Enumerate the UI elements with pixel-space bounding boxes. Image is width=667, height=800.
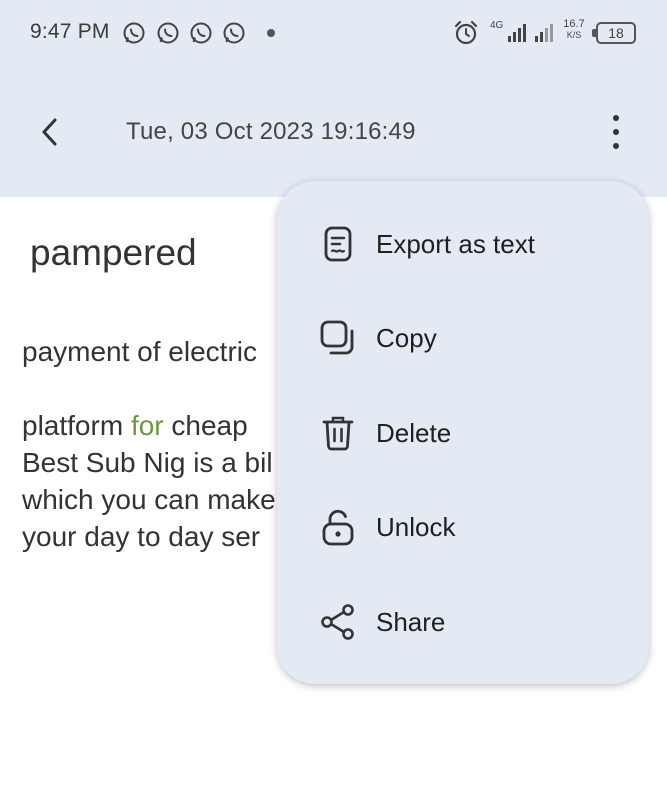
speed-value: 16.7 [563, 18, 585, 30]
status-time: 9:47 PM [30, 20, 110, 43]
menu-label: Share [376, 607, 446, 637]
status-bar: 9:47 PM 4G 16.7 K/S 18 [0, 0, 667, 66]
signal-icon [535, 24, 553, 42]
whatsapp-icon [223, 22, 245, 44]
menu-item-export-text[interactable]: Export as text [277, 199, 649, 289]
menu-item-unlock[interactable]: Unlock [277, 482, 649, 572]
share-icon [321, 604, 354, 640]
speed-unit: K/S [566, 30, 582, 40]
note-text: platform [22, 410, 131, 441]
menu-item-delete[interactable]: Delete [277, 388, 649, 478]
menu-label: Unlock [376, 512, 456, 542]
more-notifications-dot [267, 29, 275, 37]
battery-icon: 18 [592, 22, 636, 44]
copy-icon [320, 320, 354, 355]
alarm-icon [454, 20, 478, 45]
battery-level: 18 [608, 25, 624, 41]
note-text: cheap [163, 410, 248, 441]
note-title[interactable]: pampered [30, 232, 197, 274]
whatsapp-icon [157, 22, 179, 44]
options-menu: Export as text Copy Delete Unlock Share [277, 181, 649, 684]
menu-label: Export as text [376, 229, 535, 259]
menu-item-copy[interactable]: Copy [277, 293, 649, 383]
unlock-icon [322, 509, 354, 546]
menu-label: Copy [376, 323, 437, 353]
whatsapp-icon [123, 22, 145, 44]
more-options-button[interactable] [602, 113, 630, 151]
menu-label: Delete [376, 418, 452, 448]
note-date: Tue, 03 Oct 2023 19:16:49 [126, 118, 416, 145]
document-text-icon [324, 226, 352, 262]
network-speed: 16.7 K/S [561, 19, 587, 41]
signal-icon [508, 24, 526, 42]
network-type: 4G [490, 20, 504, 31]
trash-icon [322, 416, 354, 451]
whatsapp-icon [190, 22, 212, 44]
back-button[interactable] [36, 115, 66, 149]
menu-item-share[interactable]: Share [277, 577, 649, 667]
highlighted-word: for [130, 410, 164, 441]
